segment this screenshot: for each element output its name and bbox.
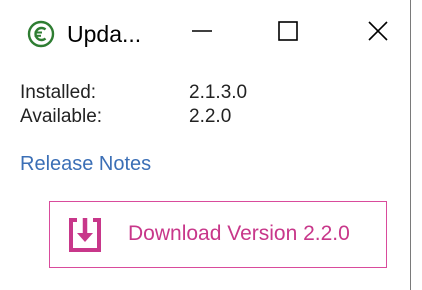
download-button[interactable]: Download Version 2.2.0	[49, 201, 387, 268]
close-icon	[366, 19, 390, 48]
available-label: Available:	[20, 106, 103, 127]
release-notes-link[interactable]: Release Notes	[20, 153, 151, 176]
installed-label: Installed:	[20, 82, 97, 103]
title-bar[interactable]: Upda...	[0, 0, 410, 66]
download-icon	[65, 215, 105, 255]
download-button-label: Download Version 2.2.0	[128, 222, 350, 245]
minimize-button[interactable]	[172, 10, 232, 56]
maximize-icon	[276, 19, 300, 48]
available-version: 2.2.0	[189, 106, 232, 127]
minimize-icon	[190, 19, 214, 48]
updater-window: Upda... Installed: 2.1.3.0 Available: 2.…	[0, 0, 411, 290]
app-logo-icon	[27, 20, 55, 48]
window-title: Upda...	[67, 21, 142, 47]
close-button[interactable]	[348, 10, 408, 56]
maximize-button[interactable]	[258, 10, 318, 56]
installed-version: 2.1.3.0	[189, 82, 248, 103]
